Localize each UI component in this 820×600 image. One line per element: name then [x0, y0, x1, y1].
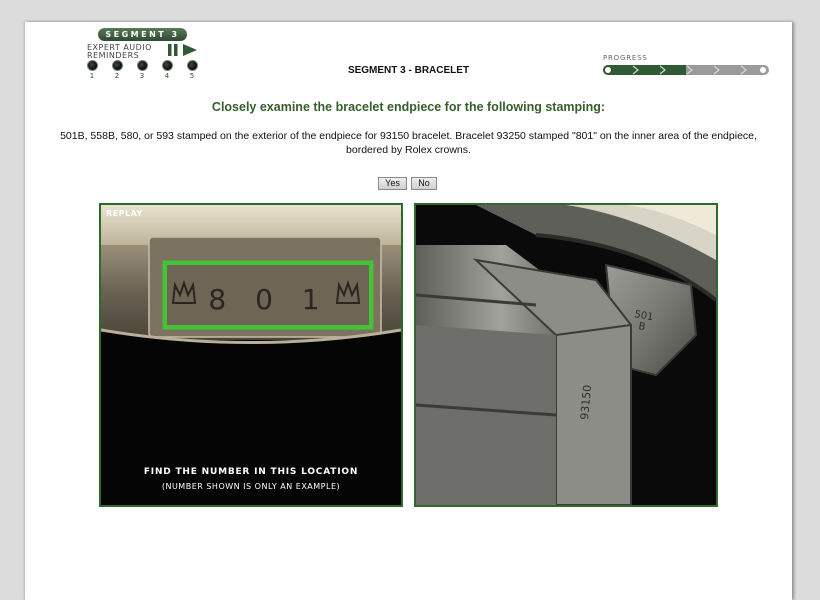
example-note-caption: (NUMBER SHOWN IS ONLY AN EXAMPLE)	[161, 482, 341, 491]
location-caption: FIND THE NUMBER IN THIS LOCATION	[143, 467, 359, 477]
play-icon[interactable]	[183, 44, 197, 56]
progress-bar	[603, 65, 769, 75]
yes-button[interactable]: Yes	[378, 177, 407, 190]
bracelet-photo: 501 B 93150	[414, 203, 718, 507]
instruction-heading: Closely examine the bracelet endpiece fo…	[211, 100, 606, 114]
endpiece-closeup-graphic: 8 0 1	[101, 205, 401, 505]
segment-badge: SEGMENT 3	[98, 28, 187, 41]
audio-label-line2: REMINDERS	[87, 51, 140, 60]
progress-label: PROGRESS	[603, 54, 648, 62]
main-page: SEGMENT 3 EXPERT AUDIO REMINDERS 1 2 3 4…	[25, 22, 792, 600]
progress-graphic	[603, 65, 766, 75]
pause-icon[interactable]	[167, 44, 179, 56]
stamp-text: 8 0 1	[208, 283, 329, 316]
example-stamp-image: 8 0 1 REPLAY FIND THE NUMBER IN THIS LOC…	[99, 203, 403, 507]
expert-audio-label: EXPERT AUDIO REMINDERS	[87, 44, 167, 60]
no-button[interactable]: No	[411, 177, 437, 190]
stamping-description: 501B, 558B, 580, or 593 stamped on the e…	[60, 130, 757, 156]
bracelet-graphic: 501 B 93150	[416, 205, 716, 505]
replay-button[interactable]: REPLAY	[106, 209, 143, 218]
